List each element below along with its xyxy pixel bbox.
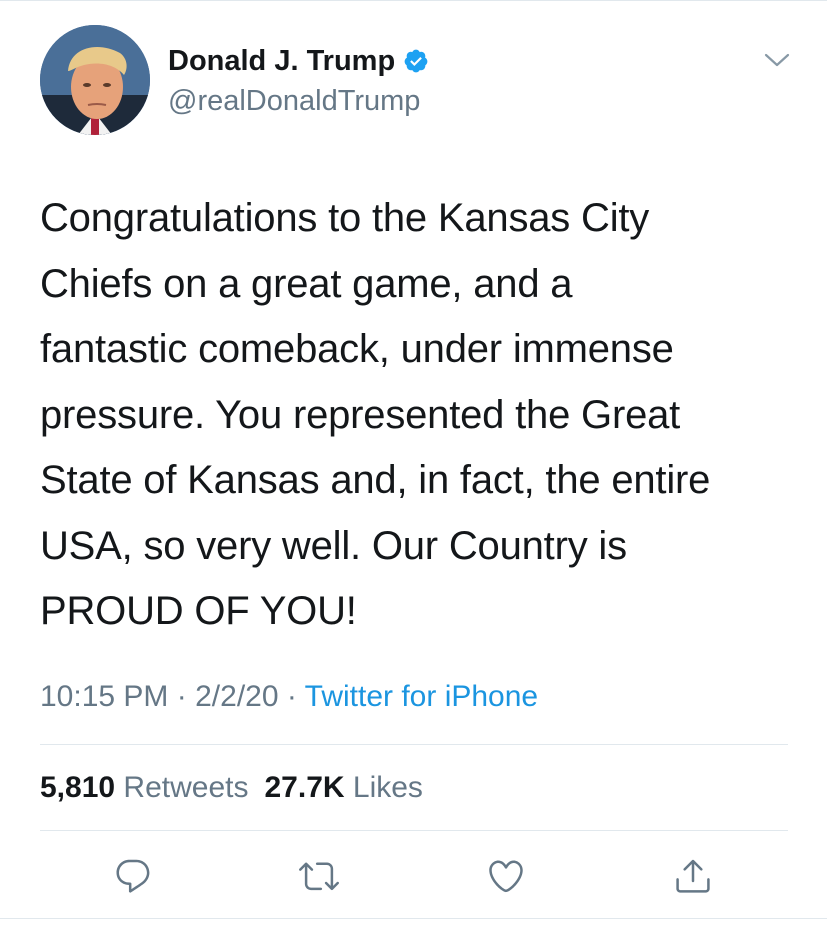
tweet-source-link[interactable]: Twitter for iPhone (305, 680, 538, 713)
author-handle[interactable]: @realDonaldTrump (168, 82, 420, 120)
retweets-stat[interactable]: 5,810 Retweets (40, 771, 248, 804)
heart-icon (489, 860, 523, 893)
likes-count: 27.7K (264, 771, 345, 804)
tweet-text: Congratulations to the Kansas City Chief… (40, 186, 800, 645)
tweet-text-line: USA, so very well. Our Country is (40, 523, 627, 568)
tweet-meta: 10:15 PM · 2/2/20 · Twitter for iPhone (40, 676, 538, 718)
retweet-arrows-icon (299, 862, 339, 891)
meta-separator: · (176, 680, 187, 713)
top-divider (0, 0, 827, 1)
reply-button[interactable] (112, 855, 154, 897)
retweets-label: Retweets (123, 771, 249, 804)
author-display-name[interactable]: Donald J. Trump (168, 42, 395, 80)
share-upload-icon (676, 859, 710, 893)
tweet-time[interactable]: 10:15 PM (40, 680, 168, 713)
share-button[interactable] (672, 855, 714, 897)
tweet-text-line: Congratulations to the Kansas City (40, 196, 650, 240)
likes-label: Likes (352, 771, 423, 804)
tweet-text-line: PROUD OF YOU! (40, 589, 357, 633)
speech-bubble-icon (116, 859, 150, 893)
tweet-date[interactable]: 2/2/20 (195, 680, 278, 713)
divider (40, 744, 788, 745)
tweet-text-line: pressure. You represented the Great (40, 392, 681, 437)
like-button[interactable] (485, 855, 527, 897)
tweet-text-line: fantastic comeback, under immense (40, 327, 674, 371)
tweet-stats: 5,810 Retweets 27.7K Likes (40, 767, 423, 809)
author-name-row[interactable]: Donald J. Trump (168, 42, 429, 80)
tweet-text-line: State of Kansas and, in fact, the entire (40, 458, 711, 502)
meta-separator: · (286, 680, 297, 713)
bottom-divider (0, 918, 827, 919)
author-avatar[interactable] (40, 25, 150, 135)
divider (40, 830, 788, 831)
chevron-down-icon[interactable] (762, 48, 792, 72)
likes-stat[interactable]: 27.7K Likes (264, 771, 422, 804)
profile-photo-icon (40, 25, 150, 135)
verified-badge-icon (403, 48, 429, 74)
retweets-count: 5,810 (40, 771, 116, 804)
tweet-text-line: Chiefs on a great game, and a (40, 261, 573, 306)
retweet-button[interactable] (298, 855, 340, 897)
